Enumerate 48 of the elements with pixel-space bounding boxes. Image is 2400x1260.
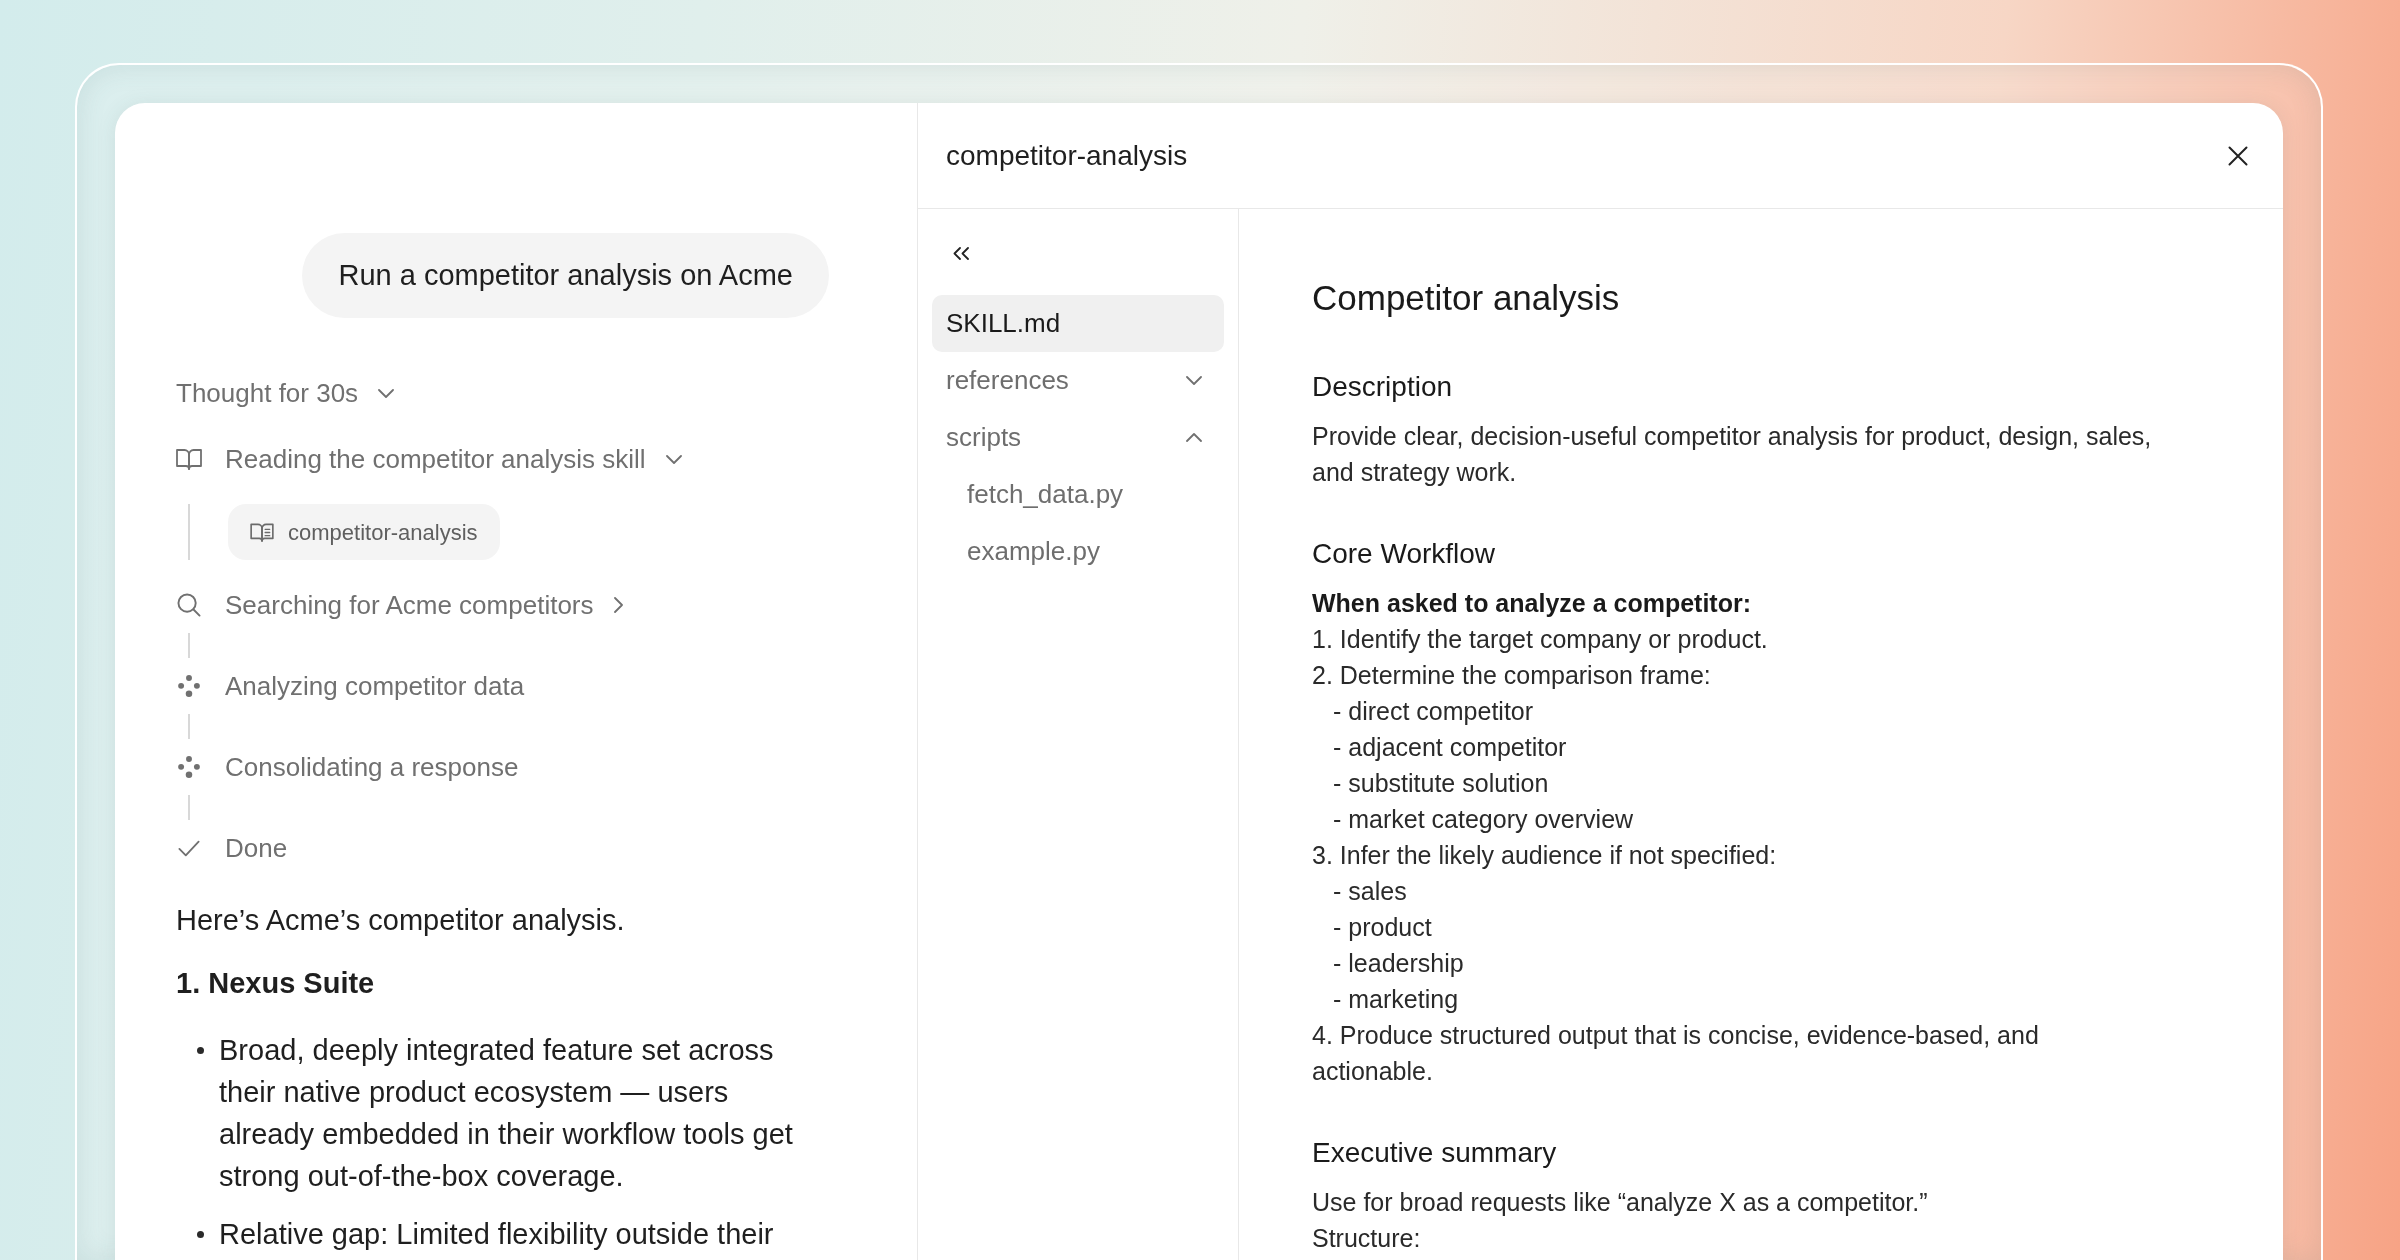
list-subitem: - direct competitor <box>1333 696 1534 727</box>
file-tree-item[interactable]: SKILL.md <box>932 295 1224 352</box>
thought-toggle[interactable]: Thought for 30s <box>176 375 395 411</box>
section-heading: Core Workflow <box>1312 537 1496 571</box>
list-subitem: - leadership <box>1333 948 1464 979</box>
list-intro: When asked to analyze a competitor: <box>1312 588 1751 619</box>
list-item: 4. Produce structured output that is concise, evidence-based, and actionable. <box>1312 1020 2040 1087</box>
bullet-icon <box>197 1046 204 1054</box>
list-subitem: - market category overview <box>1333 804 1634 835</box>
list-subitem: - sales <box>1333 876 1407 907</box>
file-tree-item[interactable]: example.py <box>932 523 1224 580</box>
dots-cluster-icon <box>178 756 200 778</box>
list-subitem: - substitute solution <box>1333 768 1549 799</box>
panel-title: competitor-analysis <box>946 138 1188 173</box>
file-tree-item[interactable]: references <box>932 352 1224 409</box>
check-icon <box>178 839 200 857</box>
file-tree-item[interactable]: scripts <box>932 409 1224 466</box>
step-label: Done <box>225 832 288 865</box>
body-text: Structure: <box>1312 1223 1421 1254</box>
book-icon <box>176 448 202 470</box>
list-subitem: - product <box>1333 912 1432 943</box>
step-toggle[interactable]: Searching for Acme competitors <box>176 587 623 623</box>
step-label: Analyzing competitor data <box>225 670 525 703</box>
document-title: Competitor analysis <box>1312 277 1620 319</box>
step-toggle[interactable]: Reading the competitor analysis skill <box>176 441 682 477</box>
book-icon <box>250 522 274 542</box>
double-chevron-left-icon[interactable] <box>952 247 970 260</box>
section-heading: Executive summary <box>1312 1136 1557 1170</box>
body-text: Provide clear, decision-useful competitor analysis for product, design, sales, and strategy work. <box>1312 421 2153 488</box>
step-label: Consolidating a response <box>225 751 519 784</box>
bullet-text: Broad, deeply integrated feature set across their native product ecosystem — users already embedded in their workflow tools get strong out-of-the-box coverage. <box>219 1033 794 1194</box>
list-item: 1. Identify the target company or product. <box>1312 624 1768 655</box>
answer-text: Here’s Acme’s competitor analysis. <box>176 903 625 938</box>
dots-cluster-icon <box>178 675 200 697</box>
bullet-text: Relative gap: Limited flexibility outside their <box>219 1217 774 1252</box>
user-message: Run a competitor analysis on Acme <box>302 233 829 318</box>
section-heading: Description <box>1312 370 1453 404</box>
skill-chip[interactable]: competitor-analysis <box>228 504 500 560</box>
list-subitem: - marketing <box>1333 984 1459 1015</box>
file-tree-item[interactable]: fetch_data.py <box>932 466 1224 523</box>
close-icon[interactable] <box>2228 145 2248 166</box>
list-item: 2. Determine the comparison frame: <box>1312 660 1711 691</box>
bullet-icon <box>197 1230 204 1238</box>
list-subitem: - adjacent competitor <box>1333 732 1567 763</box>
search-icon <box>177 593 201 617</box>
answer-heading: 1. Nexus Suite <box>176 966 375 1001</box>
body-text: Use for broad requests like “analyze X as a competitor.” <box>1312 1187 1928 1218</box>
list-item: 3. Infer the likely audience if not specified: <box>1312 840 1777 871</box>
